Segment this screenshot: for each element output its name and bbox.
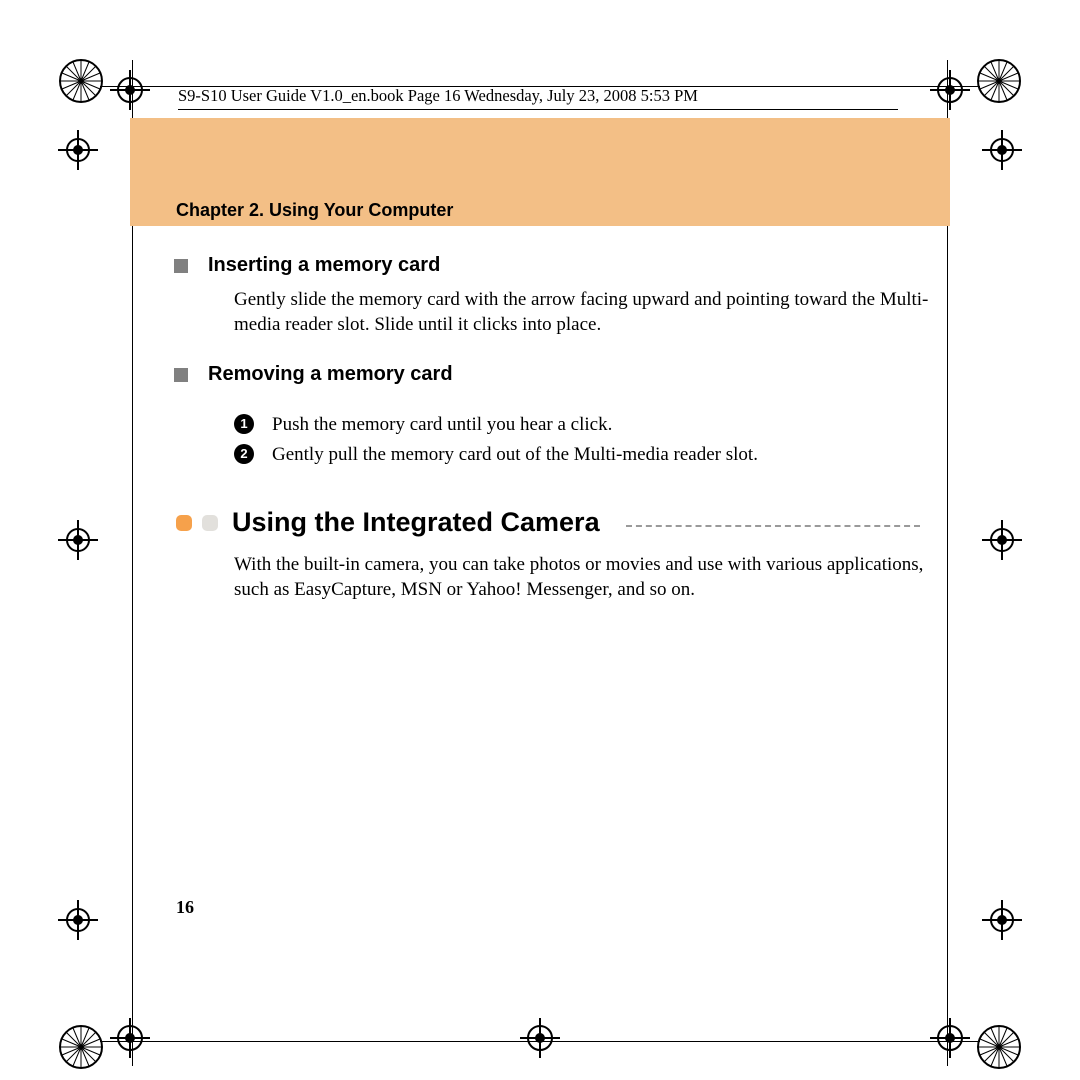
- step-item: 2 Gently pull the memory card out of the…: [234, 440, 950, 469]
- step-text: Gently pull the memory card out of the M…: [272, 440, 758, 469]
- subsection-remove: Removing a memory card: [176, 363, 950, 386]
- registration-mark-icon: [982, 130, 1022, 170]
- registration-mark-icon: [520, 1018, 560, 1058]
- page-root: S9-S10 User Guide V1.0_en.book Page 16 W…: [0, 0, 1080, 1080]
- step-number-icon: 2: [234, 444, 254, 464]
- registration-mark-icon: [930, 70, 970, 110]
- page-number: 16: [176, 897, 194, 918]
- subsection-title: Inserting a memory card: [208, 254, 440, 277]
- registration-mark-icon: [58, 900, 98, 940]
- registration-mark-icon: [58, 130, 98, 170]
- knurl-mark-icon: [58, 1024, 104, 1070]
- square-bullet-icon: [174, 368, 188, 382]
- rounded-square-orange-icon: [176, 515, 192, 531]
- dashed-rule: [626, 525, 920, 527]
- knurl-mark-icon: [976, 58, 1022, 104]
- registration-mark-icon: [58, 520, 98, 560]
- meta-underline: [178, 109, 898, 110]
- step-item: 1 Push the memory card until you hear a …: [234, 410, 950, 439]
- registration-mark-icon: [930, 1018, 970, 1058]
- paragraph: With the built-in camera, you can take p…: [234, 552, 934, 602]
- file-meta: S9-S10 User Guide V1.0_en.book Page 16 W…: [178, 86, 930, 110]
- step-text: Push the memory card until you hear a cl…: [272, 410, 612, 439]
- knurl-mark-icon: [976, 1024, 1022, 1070]
- registration-mark-icon: [110, 70, 150, 110]
- step-number-icon: 1: [234, 414, 254, 434]
- chapter-heading: Chapter 2. Using Your Computer: [176, 200, 453, 221]
- registration-mark-icon: [982, 900, 1022, 940]
- rounded-square-grey-icon: [202, 515, 218, 531]
- section-camera: Using the Integrated Camera: [176, 507, 950, 538]
- file-meta-text: S9-S10 User Guide V1.0_en.book Page 16 W…: [178, 86, 930, 106]
- square-bullet-icon: [174, 259, 188, 273]
- content-area: Inserting a memory card Gently slide the…: [176, 246, 950, 602]
- section-title: Using the Integrated Camera: [232, 507, 600, 538]
- registration-mark-icon: [982, 520, 1022, 560]
- knurl-mark-icon: [58, 58, 104, 104]
- subsection-insert: Inserting a memory card: [176, 254, 950, 277]
- registration-mark-icon: [110, 1018, 150, 1058]
- paragraph: Gently slide the memory card with the ar…: [234, 287, 934, 337]
- subsection-title: Removing a memory card: [208, 363, 453, 386]
